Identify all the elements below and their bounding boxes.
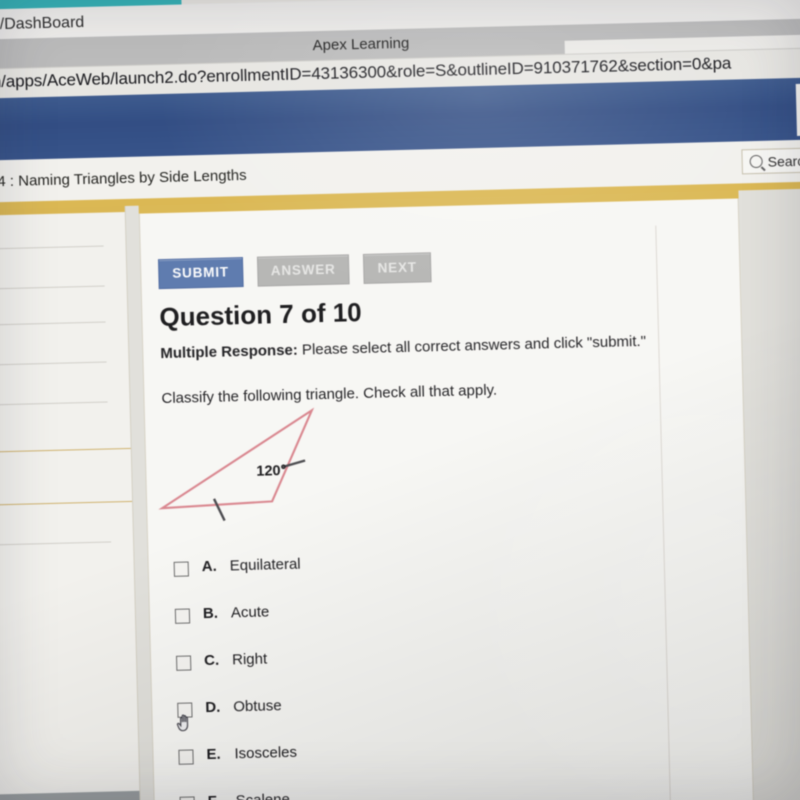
answer-button[interactable]: ANSWER [256,254,351,287]
search-input[interactable]: Search [741,146,800,175]
page-title: Question 7 of 10 [159,297,363,333]
checkbox-scalene[interactable] [179,796,195,800]
option-letter: E. [206,745,221,764]
question-instruction-label: Multiple Response: [160,341,299,363]
option-letter: C. [203,651,220,670]
activity-title: CTIVITY 4 : Naming Triangles by Side Len… [0,166,247,192]
checkbox-acute[interactable] [174,608,191,624]
option-label: Acute [230,603,270,622]
option-label: Isosceles [234,743,298,763]
browser-tab-dashboard[interactable]: ge/DashBoard [0,14,84,35]
browser-active-tab-title: Apex Learning [312,34,410,55]
apex-logo: A [795,82,800,136]
next-button[interactable]: NEXT [363,252,432,284]
option-letter: A. [201,557,217,576]
checkbox-equilateral[interactable] [173,561,189,577]
checkbox-isosceles[interactable] [178,749,194,765]
search-placeholder: Search [767,152,800,170]
option-label: Obtuse [233,697,282,716]
option-label: Right [231,650,268,669]
option-letter: F. [207,793,219,800]
option-letter: D. [205,698,221,717]
option-label: Equilateral [229,555,301,575]
triangle-shape [158,407,315,510]
option-letter: B. [202,604,219,623]
congruence-tick-bottom-icon [212,498,226,522]
search-icon [749,154,763,169]
option-label: Scalene [235,791,290,800]
checkbox-right[interactable] [175,655,192,671]
checkbox-obtuse[interactable] [177,702,193,718]
photo-of-screen: For stud… ge/DashBoard Apex Learning rni… [0,0,800,800]
triangle-figure: 120° [152,402,395,548]
screen-surface: For stud… ge/DashBoard Apex Learning rni… [0,0,800,800]
submit-button[interactable]: SUBMIT [157,257,244,290]
sidebar-item-6[interactable]: ingby Side [0,463,132,503]
angle-label: 120° [256,462,287,480]
